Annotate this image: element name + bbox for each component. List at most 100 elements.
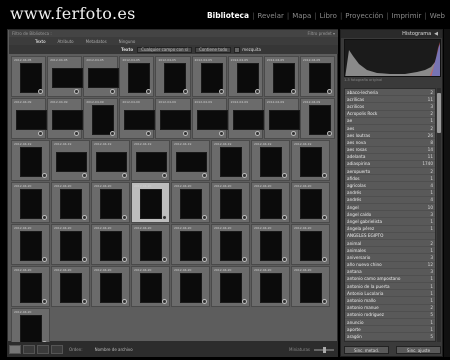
photo-cell[interactable]: 2012-04-20 [131,266,170,307]
keyword-row[interactable]: andrés 4 [345,197,435,204]
photo-cell[interactable]: 2012-04-20 [291,266,330,307]
photo-cell[interactable]: 2012-04-19 [251,140,290,181]
badge-icon[interactable] [218,89,224,94]
keyword-row[interactable]: acrílicas 11 [345,96,435,104]
keyword-row[interactable]: antonio de la puerta 1 [345,283,435,291]
photo-cell[interactable]: 2012-04-19 [91,140,130,181]
badge-icon[interactable] [202,173,207,178]
photo-thumbnail[interactable] [20,147,42,177]
photo-thumbnail[interactable] [220,231,242,261]
keyword-row[interactable]: ANGELES EGIPTO [345,233,435,240]
badge-icon[interactable] [282,173,287,178]
module-3[interactable]: Libro [317,12,340,20]
photo-cell[interactable]: 2012-04-20 [91,182,130,223]
photo-cell[interactable]: 2012-04-05 [119,56,155,97]
badge-icon[interactable] [242,215,247,220]
photo-thumbnail[interactable] [260,273,282,303]
photo-thumbnail[interactable] [16,110,47,130]
photo-thumbnail[interactable] [220,273,242,303]
keyword-row[interactable]: aniversario 3 [345,254,435,262]
photo-cell[interactable]: 2012-04-20 [11,224,50,265]
photo-cell[interactable]: 2012-04-19 [131,140,170,181]
module-1[interactable]: Revelar [254,12,286,20]
keyword-row[interactable]: animales 1 [345,247,435,255]
scrollbar-thumb[interactable] [437,93,441,133]
photo-thumbnail[interactable] [140,273,162,303]
badge-icon[interactable] [202,257,207,262]
photo-cell[interactable]: 2012-04-05 [299,56,335,97]
photo-cell[interactable]: 2012-04-05 [11,56,47,97]
filter-tab-3[interactable]: Ninguno [113,39,142,44]
photo-cell[interactable]: 2012-04-20 [211,224,250,265]
photo-cell[interactable]: 2012-04-20 [51,266,90,307]
grid-view-icon[interactable] [9,345,21,354]
photo-cell[interactable]: 2012-04-09 [155,98,192,139]
photo-thumbnail[interactable] [88,68,120,88]
badge-icon[interactable] [242,173,247,178]
photo-thumbnail[interactable] [20,231,42,261]
badge-icon[interactable] [202,215,207,220]
photo-thumbnail[interactable] [260,231,282,261]
photo-cell[interactable]: 2012-04-20 [171,266,210,307]
badge-icon[interactable] [218,131,224,136]
badge-icon[interactable] [162,257,167,262]
photo-cell[interactable]: 2012-04-20 [251,182,290,223]
photo-cell[interactable]: 2012-04-20 [291,182,330,223]
sort-select[interactable]: Nombre de archivo [95,347,133,352]
photo-thumbnail[interactable] [100,231,122,261]
photo-thumbnail[interactable] [176,152,207,172]
keyword-row[interactable]: antonio camo ampostano 1 [345,276,435,284]
keyword-row[interactable]: aes loutras 26 [345,132,435,140]
photo-cell[interactable]: 2012-04-20 [51,182,90,223]
photo-cell[interactable]: 2012-04-19 [291,140,330,181]
badge-icon[interactable] [110,131,116,136]
loupe-view-icon[interactable] [23,345,35,354]
badge-icon[interactable] [322,299,327,304]
badge-icon[interactable] [146,131,152,136]
photo-thumbnail[interactable] [124,110,156,130]
badge-icon[interactable] [122,299,127,304]
keyword-row[interactable]: ángel caído 3 [345,211,435,219]
keyword-row[interactable]: ae 1 [345,118,435,125]
keyword-row[interactable]: aeropuerto 2 [345,168,435,176]
photo-cell[interactable]: 2012-04-05 [227,56,263,97]
thumbnail-size-slider[interactable] [314,346,334,353]
photo-cell[interactable]: 2012-04-09 [83,98,119,139]
survey-view-icon[interactable] [51,345,63,354]
photo-cell[interactable]: 2012-04-05 [263,56,299,97]
photo-cell[interactable]: 2012-04-20 [251,224,290,265]
photo-thumbnail[interactable] [52,68,84,88]
badge-icon[interactable] [322,173,327,178]
badge-icon[interactable] [322,257,327,262]
badge-icon[interactable] [74,131,80,136]
badge-icon[interactable] [82,299,87,304]
keyword-row[interactable]: aes rosas 14 [345,147,435,154]
photo-cell[interactable]: 2012-04-20 [291,224,330,265]
photo-cell[interactable]: 2012-04-20 [251,266,290,307]
badge-icon[interactable] [162,299,167,304]
photo-thumbnail[interactable] [140,231,162,261]
badge-icon[interactable] [82,173,87,178]
badge-icon[interactable] [282,215,287,220]
sync-settings-button[interactable]: Sinc. ajuste [396,346,441,354]
keyword-row[interactable]: arenques1 [345,341,435,342]
photo-cell[interactable]: 2012-04-20 [91,266,130,307]
keyword-row[interactable]: ángel 10 [345,204,435,212]
badge-icon[interactable] [42,257,47,262]
badge-icon[interactable] [122,215,127,220]
keyword-row[interactable]: acrilicos 3 [345,103,435,111]
filter-tab-2[interactable]: Metadatos [80,39,113,44]
photo-thumbnail[interactable] [20,273,42,303]
badge-icon[interactable] [254,89,260,94]
keyword-row[interactable]: aes 2 [345,125,435,133]
photo-thumbnail[interactable] [56,152,87,172]
photo-thumbnail[interactable] [160,110,192,130]
photo-thumbnail[interactable] [100,189,122,219]
photo-cell[interactable]: 2012-04-05 [155,56,191,97]
keyword-row[interactable]: adelanta 11 [345,154,435,161]
photo-cell[interactable]: 2012-04-09 [227,98,264,139]
badge-icon[interactable] [82,257,87,262]
module-2[interactable]: Mapa [289,12,314,20]
photo-cell[interactable]: 2012-04-09 [299,98,335,139]
photo-thumbnail[interactable] [180,231,202,261]
